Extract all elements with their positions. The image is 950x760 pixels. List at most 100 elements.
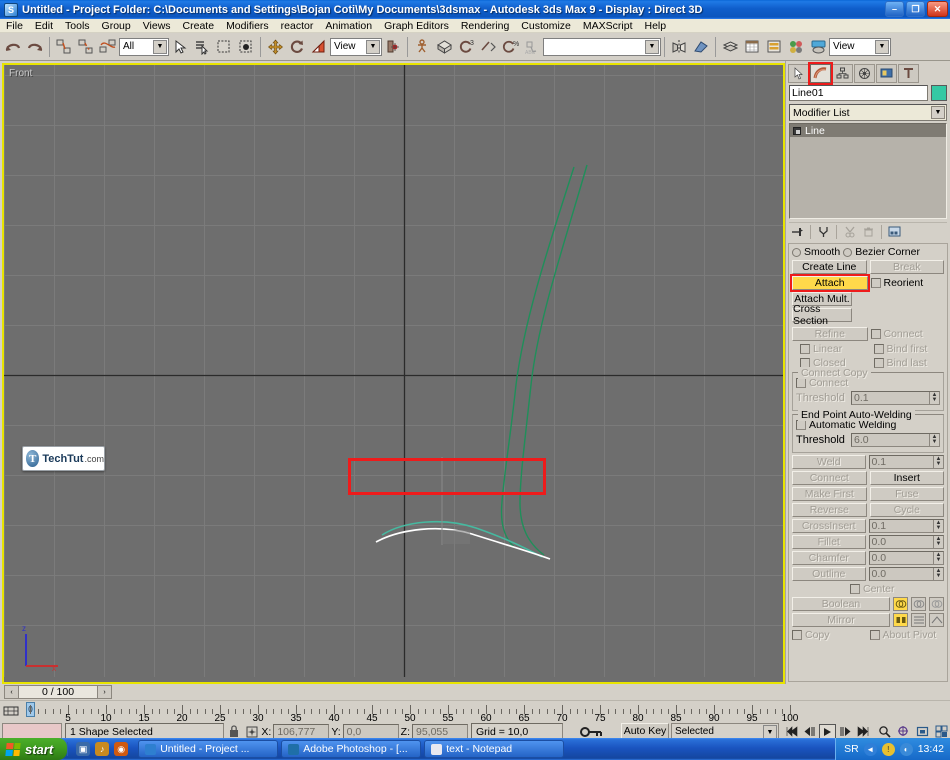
- menu-item-help[interactable]: Help: [639, 19, 673, 33]
- language-indicator[interactable]: SR: [844, 743, 859, 755]
- next-frame-arrow-icon[interactable]: ›: [97, 686, 111, 698]
- stack-toggle-icon[interactable]: [793, 126, 801, 135]
- mirror-icon[interactable]: [668, 36, 690, 58]
- make-unique-icon[interactable]: [841, 224, 858, 240]
- mirror-button[interactable]: Mirror: [792, 613, 890, 627]
- absolute-relative-transform-icon[interactable]: [245, 726, 259, 738]
- time-ruler[interactable]: 0 51015202530354045505560657075808590951…: [0, 700, 950, 722]
- align-icon[interactable]: [690, 36, 712, 58]
- hierarchy-tab[interactable]: [832, 63, 853, 83]
- copy-checkbox[interactable]: Copy: [792, 629, 867, 641]
- unlink-selection-icon[interactable]: [75, 36, 97, 58]
- spinner-arrows-icon[interactable]: ▲▼: [933, 536, 943, 548]
- select-and-rotate-icon[interactable]: [286, 36, 308, 58]
- about-pivot-checkbox[interactable]: About Pivot: [869, 629, 945, 641]
- clock[interactable]: 13:42: [918, 743, 944, 755]
- chevron-down-icon[interactable]: ▼: [645, 39, 659, 54]
- modifier-list-combo[interactable]: Modifier List ▼: [789, 104, 947, 121]
- object-color-swatch[interactable]: [931, 85, 947, 101]
- show-end-result-icon[interactable]: [815, 224, 832, 240]
- menu-item-group[interactable]: Group: [96, 19, 137, 33]
- start-button[interactable]: start: [0, 738, 68, 760]
- window-crossing-icon[interactable]: [235, 36, 257, 58]
- select-and-link-icon[interactable]: [53, 36, 75, 58]
- boolean-union-icon[interactable]: [893, 597, 908, 611]
- crossinsert-button[interactable]: CrossInsert: [792, 519, 866, 533]
- motion-tab[interactable]: [854, 63, 875, 83]
- connect-checkbox[interactable]: Connect: [870, 328, 945, 340]
- named-selection-sets-icon[interactable]: ABC: [521, 36, 543, 58]
- display-tab[interactable]: [876, 63, 897, 83]
- chamfer-spinner[interactable]: 0.0 ▲ ▼: [868, 551, 944, 565]
- crossinsert-spinner[interactable]: 0.1 ▲ ▼: [868, 519, 944, 533]
- render-scene-dialog-icon[interactable]: [807, 36, 829, 58]
- select-object-icon[interactable]: [169, 36, 191, 58]
- menu-item-customize[interactable]: Customize: [515, 19, 577, 33]
- linear-checkbox[interactable]: Linear: [792, 343, 871, 355]
- mirror-vertical-icon[interactable]: [911, 613, 926, 627]
- select-and-uniform-scale-icon[interactable]: [308, 36, 330, 58]
- select-and-move-icon[interactable]: [264, 36, 286, 58]
- center-checkbox[interactable]: Center: [850, 583, 895, 595]
- frame-field[interactable]: ‹ 0 / 100 ›: [4, 685, 112, 699]
- fillet-button[interactable]: Fillet: [792, 535, 866, 549]
- layer-manager-icon[interactable]: [719, 36, 741, 58]
- media-player-icon[interactable]: ♪: [95, 742, 110, 756]
- object-name-input[interactable]: [789, 85, 928, 101]
- restore-button[interactable]: ❐: [906, 1, 925, 17]
- minimize-button[interactable]: –: [885, 1, 904, 17]
- radio-bezier-corner[interactable]: Bezier Corner: [843, 246, 920, 258]
- y-value[interactable]: 0,0: [342, 724, 399, 739]
- boolean-intersection-icon[interactable]: [929, 597, 944, 611]
- chevron-down-icon[interactable]: ▼: [763, 725, 777, 739]
- undo-icon[interactable]: [2, 36, 24, 58]
- make-first-button[interactable]: Make First: [792, 487, 867, 501]
- use-pivot-point-center-icon[interactable]: [382, 36, 404, 58]
- weld-button[interactable]: Weld: [792, 455, 866, 469]
- modify-tab[interactable]: [808, 61, 833, 85]
- menu-item-maxscript[interactable]: MAXScript: [577, 19, 639, 33]
- outline-button[interactable]: Outline: [792, 567, 866, 581]
- prev-frame-arrow-icon[interactable]: ‹: [5, 686, 19, 698]
- utilities-tab[interactable]: [898, 63, 919, 83]
- create-tab[interactable]: [788, 63, 809, 83]
- menu-item-reactor[interactable]: reactor: [275, 19, 320, 33]
- checkbox[interactable]: [870, 278, 881, 288]
- create-line-button[interactable]: Create Line: [792, 260, 867, 274]
- taskbar-item[interactable]: Adobe Photoshop - [...: [281, 740, 422, 758]
- remove-modifier-icon[interactable]: [860, 224, 877, 240]
- material-editor-icon[interactable]: [785, 36, 807, 58]
- pin-stack-icon[interactable]: [789, 224, 806, 240]
- firefox-icon[interactable]: ◉: [114, 742, 129, 756]
- key-selection-combo[interactable]: Selected ▼: [671, 723, 779, 739]
- checkbox[interactable]: [873, 358, 884, 368]
- checkbox[interactable]: [869, 630, 880, 640]
- insert-button[interactable]: Insert: [869, 471, 944, 485]
- stack-item-line[interactable]: Line: [790, 124, 946, 137]
- attach-button[interactable]: Attach: [790, 274, 870, 292]
- snaps-toggle-icon[interactable]: [433, 36, 455, 58]
- render-type-combo[interactable]: View ▼: [829, 37, 891, 56]
- named-selection-sets-combo[interactable]: ▼: [543, 37, 661, 56]
- radio-button[interactable]: [792, 247, 801, 257]
- open-trackview-icon[interactable]: [2, 703, 20, 719]
- bind-to-space-warp-icon[interactable]: [97, 36, 119, 58]
- select-and-manipulate-icon[interactable]: [411, 36, 433, 58]
- taskbar-item[interactable]: Untitled - Project ...: [138, 740, 279, 758]
- connect-copy-threshold-spinner[interactable]: 0.1 ▲ ▼: [851, 391, 940, 405]
- boolean-subtraction-icon[interactable]: [911, 597, 926, 611]
- cycle-button[interactable]: Cycle: [869, 503, 944, 517]
- checkbox[interactable]: [850, 584, 860, 594]
- radio-smooth[interactable]: Smooth: [792, 246, 840, 258]
- rectangular-selection-region-icon[interactable]: [213, 36, 235, 58]
- spinner-arrows-icon[interactable]: ▲▼: [933, 456, 943, 468]
- messenger-icon[interactable]: ◄: [863, 742, 877, 756]
- select-by-name-icon[interactable]: [191, 36, 213, 58]
- spinner-arrows-icon[interactable]: ▲▼: [933, 520, 943, 532]
- checkbox[interactable]: [800, 344, 810, 354]
- boolean-button[interactable]: Boolean: [792, 597, 890, 611]
- connect-button[interactable]: Connect: [792, 471, 867, 485]
- checkbox[interactable]: [792, 630, 802, 640]
- refine-button[interactable]: Refine: [792, 327, 868, 341]
- menu-item-create[interactable]: Create: [177, 19, 221, 33]
